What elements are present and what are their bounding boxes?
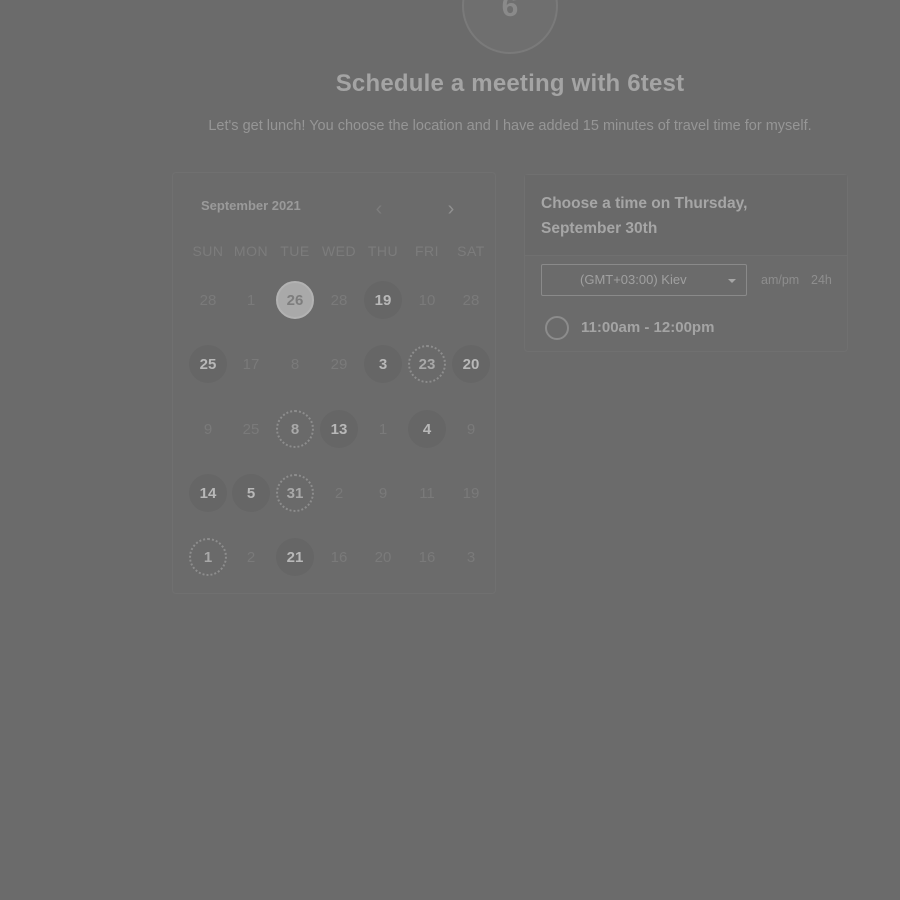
weekday-label: SUN bbox=[192, 243, 224, 259]
timezone-value: (GMT+03:00) Kiev bbox=[580, 272, 687, 287]
calendar-day[interactable]: 26 bbox=[276, 281, 314, 319]
calendar-day: 10 bbox=[418, 291, 436, 309]
calendar-day: 9 bbox=[203, 420, 213, 438]
page-title: Schedule a meeting with 6test bbox=[335, 70, 685, 97]
calendar-day[interactable]: 3 bbox=[364, 345, 402, 383]
calendar-day: 29 bbox=[330, 355, 348, 373]
calendar-day: 9 bbox=[378, 484, 388, 502]
calendar-day[interactable]: 21 bbox=[276, 538, 314, 576]
calendar-day[interactable]: 4 bbox=[408, 410, 446, 448]
calendar-day: 19 bbox=[462, 484, 480, 502]
weekday-label: MON bbox=[233, 243, 269, 259]
host-avatar: 6 bbox=[462, 0, 558, 54]
calendar-day: 1 bbox=[378, 420, 388, 438]
calendar-day[interactable]: 20 bbox=[452, 345, 490, 383]
chevron-left-icon[interactable]: ‹ bbox=[368, 197, 390, 221]
calendar-day: 28 bbox=[199, 291, 217, 309]
time-panel-header: Choose a time on Thursday, September 30t… bbox=[525, 175, 847, 256]
calendar-day[interactable]: 14 bbox=[189, 474, 227, 512]
calendar-day[interactable]: 23 bbox=[408, 345, 446, 383]
calendar-day: 20 bbox=[374, 548, 392, 566]
calendar-day[interactable]: 8 bbox=[276, 410, 314, 448]
weekday-label: WED bbox=[321, 243, 357, 259]
radio-button[interactable] bbox=[545, 316, 569, 340]
calendar-day: 8 bbox=[290, 355, 300, 373]
time-selection-panel: Choose a time on Thursday, September 30t… bbox=[524, 174, 848, 352]
caret-down-icon bbox=[728, 279, 736, 283]
weekday-label: THU bbox=[367, 243, 399, 259]
calendar-day[interactable]: 19 bbox=[364, 281, 402, 319]
calendar-month-label: September 2021 bbox=[201, 198, 301, 213]
calendar-day[interactable]: 5 bbox=[232, 474, 270, 512]
calendar-day: 1 bbox=[246, 291, 256, 309]
weekday-label: SAT bbox=[457, 243, 485, 259]
calendar-day: 2 bbox=[246, 548, 256, 566]
date-picker-calendar: September 2021 ‹ › SUN MON TUE WED THU FRI SAT… bbox=[172, 172, 496, 594]
calendar-day: 3 bbox=[466, 548, 476, 566]
calendar-day: 9 bbox=[466, 420, 476, 438]
timezone-select[interactable]: (GMT+03:00) Kiev bbox=[541, 264, 747, 296]
weekday-label: FRI bbox=[414, 243, 440, 259]
time-slot-option[interactable]: 11:00am - 12:00pm bbox=[545, 315, 835, 341]
calendar-day[interactable]: 1 bbox=[189, 538, 227, 576]
time-slot-label: 11:00am - 12:00pm bbox=[581, 319, 715, 336]
format-ampm-toggle[interactable]: am/pm bbox=[761, 273, 799, 287]
calendar-day: 2 bbox=[334, 484, 344, 502]
calendar-day: 28 bbox=[330, 291, 348, 309]
calendar-day[interactable]: 13 bbox=[320, 410, 358, 448]
chevron-right-icon[interactable]: › bbox=[440, 197, 462, 221]
weekday-label: TUE bbox=[280, 243, 310, 259]
calendar-day: 25 bbox=[242, 420, 260, 438]
time-panel-title: Choose a time on Thursday, September 30t… bbox=[541, 195, 748, 237]
avatar-initial: 6 bbox=[501, 0, 519, 23]
page-subtitle: Let's get lunch! You choose the location… bbox=[208, 118, 812, 134]
calendar-day: 28 bbox=[462, 291, 480, 309]
scheduling-page: 6 Schedule a meeting with 6test Let's ge… bbox=[0, 0, 900, 900]
calendar-day[interactable]: 25 bbox=[189, 345, 227, 383]
calendar-day: 11 bbox=[419, 484, 435, 502]
calendar-day: 17 bbox=[242, 355, 260, 373]
format-24h-toggle[interactable]: 24h bbox=[811, 273, 832, 287]
calendar-day[interactable]: 31 bbox=[276, 474, 314, 512]
calendar-day: 16 bbox=[418, 548, 436, 566]
calendar-day: 16 bbox=[330, 548, 348, 566]
